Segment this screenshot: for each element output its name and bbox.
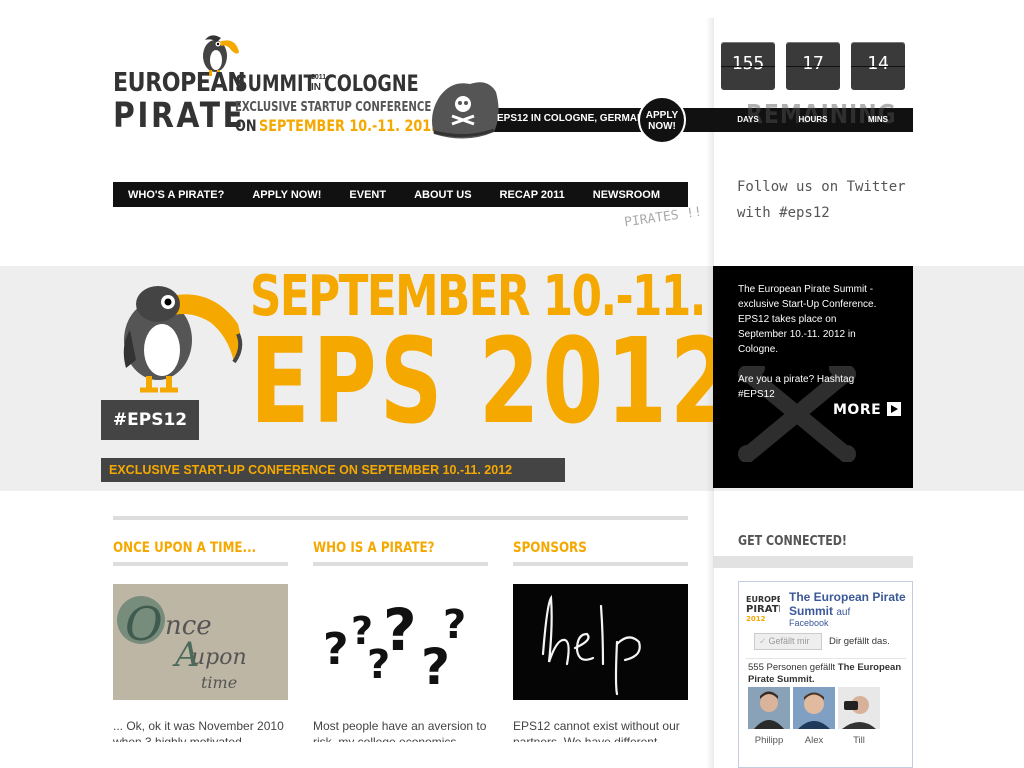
- fb-face-name: Till: [853, 735, 865, 746]
- logo-on-text: ON: [235, 116, 257, 135]
- pirate-hat-icon: [432, 82, 499, 139]
- countdown-days: 155: [721, 42, 775, 90]
- info-box: The European Pirate Summit - exclusive S…: [713, 266, 913, 488]
- fb-faces: Philipp Alex Till: [748, 687, 880, 746]
- fb-face-item[interactable]: Alex: [793, 687, 835, 746]
- column-excerpt: Most people have an aversion to risk, my…: [313, 719, 487, 742]
- check-icon: ✓: [759, 636, 767, 646]
- nav-recap-2011[interactable]: RECAP 2011: [486, 189, 579, 201]
- content-divider: [113, 516, 688, 520]
- svg-text:time: time: [201, 673, 237, 692]
- apply-line-1: APPLY: [645, 110, 679, 121]
- svg-text:PIRATE: PIRATE: [746, 604, 780, 615]
- help-image[interactable]: [513, 584, 688, 700]
- eps-page-logo-icon[interactable]: EUROPEAN PIRATE 2012: [746, 590, 780, 624]
- once-upon-image[interactable]: O nce upon A time: [113, 584, 288, 700]
- fb-face-name: Alex: [804, 735, 824, 746]
- ribbon-location-text: EPS12 IN COLOGNE, GERMANY: [497, 113, 651, 124]
- fb-count-prefix: 555 Personen gefällt: [748, 662, 836, 673]
- apply-line-2: NOW!: [648, 121, 676, 132]
- column-title[interactable]: ONCE UPON A TIME...: [113, 540, 262, 562]
- twitter-line-2: with #eps12: [737, 205, 830, 221]
- more-label: MORE: [833, 402, 882, 418]
- toucan-mascot-icon: [123, 286, 243, 393]
- logo-summit-text: SUMMIT: [235, 72, 316, 97]
- nav-apply-now[interactable]: APPLY NOW!: [238, 189, 335, 201]
- twitter-line-1: Follow us on Twitter: [737, 179, 906, 195]
- svg-text:A: A: [172, 635, 200, 675]
- avatar: [793, 687, 835, 729]
- fb-separator: [746, 658, 906, 659]
- column-rule: [513, 562, 688, 566]
- arrow-right-icon: [887, 402, 902, 416]
- twitter-follow-link[interactable]: Follow us on Twitter with #eps12: [737, 174, 907, 226]
- column-rule: [113, 562, 288, 566]
- svg-text:O: O: [125, 597, 163, 651]
- fb-platform-link[interactable]: Facebook: [789, 618, 829, 628]
- info-paragraph-2: Are you a pirate? Hashtag #EPS12: [738, 374, 855, 400]
- get-connected-heading: GET CONNECTED!: [738, 534, 847, 549]
- fb-face-name: Philipp: [754, 735, 784, 746]
- site-logo[interactable]: EUROPEAN PIRATE SUMMIT 2011 IN COLOGNE E…: [113, 30, 440, 140]
- svg-text:?: ?: [443, 602, 466, 648]
- logo-pirate-text: PIRATE: [113, 96, 246, 136]
- countdown-hours: 17: [786, 42, 840, 90]
- hero-eps-title: EPS 2012: [250, 312, 734, 450]
- logo-cologne-text: COLOGNE: [324, 72, 419, 97]
- fb-auf: auf: [836, 607, 851, 618]
- fb-face-item[interactable]: Philipp: [748, 687, 790, 746]
- logo-in-text: IN: [311, 82, 321, 93]
- logo-date: SEPTEMBER 10.-11. 2012: [259, 116, 441, 135]
- nav-event[interactable]: EVENT: [335, 189, 400, 201]
- column-sponsors: SPONSORS EPS12 cannot exist without our …: [513, 540, 688, 742]
- question-marks-image[interactable]: ? ? ? ? ? ?: [313, 584, 488, 700]
- get-connected-rule: [713, 556, 913, 568]
- column-excerpt: EPS12 cannot exist without our partners.…: [513, 719, 680, 742]
- fb-face-item[interactable]: Till: [838, 687, 880, 746]
- column-once-upon: ONCE UPON A TIME... O nce upon A time ..…: [113, 540, 288, 742]
- svg-text:?: ?: [383, 596, 417, 664]
- logo-european-text: EUROPEAN: [113, 68, 246, 98]
- column-rule: [313, 562, 488, 566]
- hashtag-badge: #EPS12: [101, 400, 199, 440]
- svg-text:2012: 2012: [746, 615, 766, 623]
- countdown-mins: 14: [851, 42, 905, 90]
- apply-now-button[interactable]: APPLY NOW!: [638, 96, 686, 144]
- avatar: [748, 687, 790, 729]
- countdown-mins-label: MINS: [868, 115, 888, 124]
- svg-text:?: ?: [323, 624, 349, 675]
- main-nav: WHO'S A PIRATE? APPLY NOW! EVENT ABOUT U…: [113, 182, 688, 207]
- info-paragraph-1: The European Pirate Summit - exclusive S…: [738, 284, 877, 355]
- avatar: [838, 687, 880, 729]
- nav-about-us[interactable]: ABOUT US: [400, 189, 485, 201]
- countdown-hours-label: HOURS: [798, 115, 828, 124]
- fb-like-button[interactable]: ✓ Gefällt mir: [754, 633, 822, 650]
- column-excerpt: ... Ok, ok it was November 2010 when 3 h…: [113, 719, 284, 742]
- pirates-scribble: PIRATES !!: [623, 204, 703, 231]
- countdown-days-label: DAYS: [737, 115, 759, 124]
- fb-like-count: 555 Personen gefällt The European Pirate…: [748, 662, 910, 686]
- column-title[interactable]: SPONSORS: [513, 540, 662, 562]
- fb-page-name-link[interactable]: The European Pirate Summit auf: [789, 590, 909, 620]
- hero-tagline: EXCLUSIVE START-UP CONFERENCE ON SEPTEMB…: [101, 458, 565, 482]
- fb-like-button-label: Gefällt mir: [768, 636, 810, 646]
- column-who-is-pirate: WHO IS A PIRATE? ? ? ? ? ? ? Most people…: [313, 540, 488, 742]
- more-button[interactable]: MORE: [833, 402, 902, 418]
- nav-whos-a-pirate[interactable]: WHO'S A PIRATE?: [113, 189, 238, 201]
- fb-like-status: Dir gefällt das.: [829, 636, 890, 647]
- logo-tagline: EXCLUSIVE STARTUP CONFERENCE: [235, 100, 432, 115]
- column-title[interactable]: WHO IS A PIRATE?: [313, 540, 462, 562]
- nav-newsroom[interactable]: NEWSROOM: [579, 189, 674, 201]
- facebook-like-box: EUROPEAN PIRATE 2012 The European Pirate…: [738, 581, 913, 768]
- svg-text:EUROPEAN: EUROPEAN: [746, 595, 780, 604]
